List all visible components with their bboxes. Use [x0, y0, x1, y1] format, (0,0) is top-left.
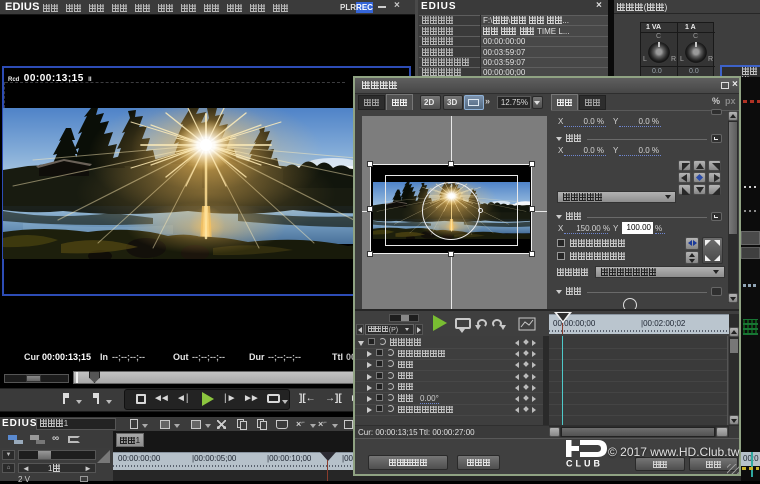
svg-text:CLUB: CLUB	[566, 459, 603, 468]
